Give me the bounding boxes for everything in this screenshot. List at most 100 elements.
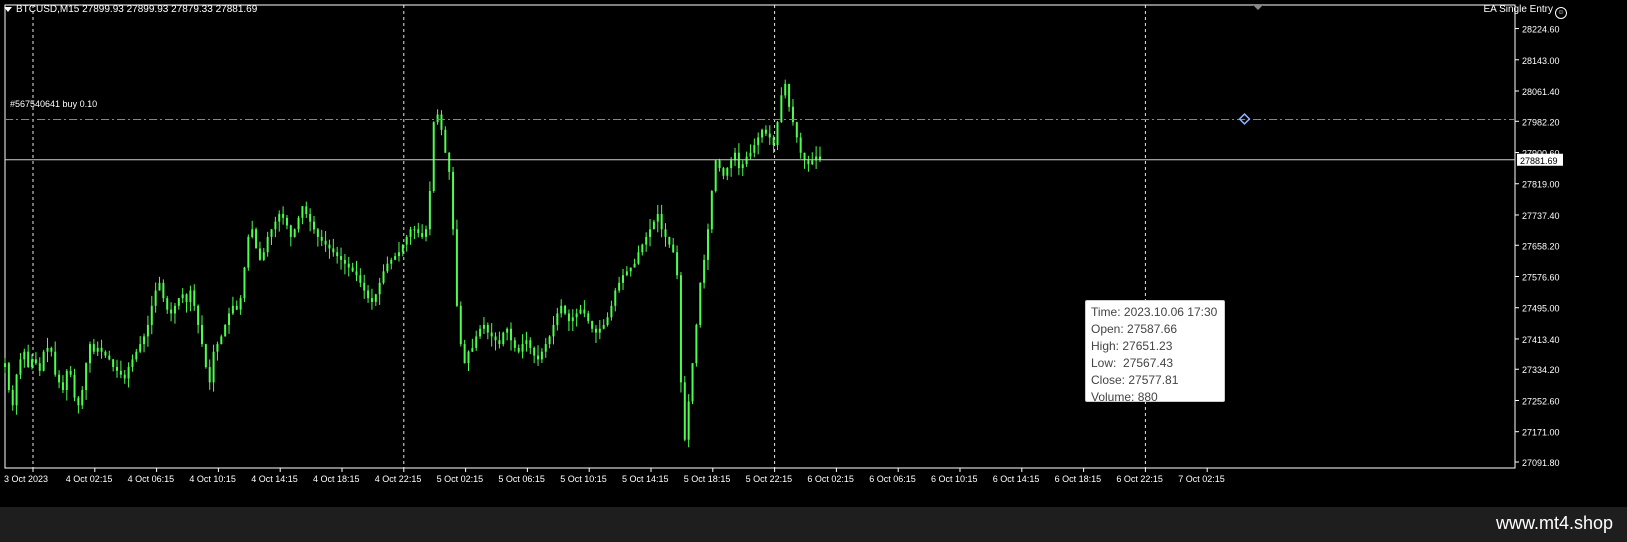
candle-body <box>587 313 590 322</box>
candle-body <box>65 370 68 390</box>
candle-body <box>282 213 285 218</box>
candle-body <box>579 309 582 314</box>
candle-body <box>166 298 169 310</box>
candle-body <box>629 267 632 272</box>
candle-body <box>131 359 134 368</box>
candle-body <box>776 122 779 146</box>
candle-body <box>255 229 258 249</box>
candle-body <box>112 359 115 368</box>
candle-body <box>660 213 663 230</box>
candle-body <box>699 282 702 325</box>
y-tick-label: 28061.40 <box>1522 87 1560 97</box>
candle-body <box>745 156 748 165</box>
candle-body <box>463 344 466 364</box>
candle-body <box>490 332 493 337</box>
candle-body <box>591 321 594 329</box>
candle-body <box>652 221 655 230</box>
candle-body <box>92 344 95 352</box>
candle-body <box>818 156 821 160</box>
candle-body <box>417 229 420 234</box>
candle-body <box>23 351 26 360</box>
symbol-header[interactable]: BTCUSD,M15 27899.93 27899.93 27879.33 27… <box>4 4 257 15</box>
candle-body <box>397 252 400 257</box>
candle-body <box>382 271 385 283</box>
candle-body <box>560 305 563 314</box>
candle-body <box>610 305 613 318</box>
candle-body <box>119 370 122 375</box>
candle-body <box>614 290 617 306</box>
candle-body <box>529 340 532 348</box>
x-tick-label: 5 Oct 18:15 <box>684 474 731 484</box>
candle-body <box>583 309 586 314</box>
candle-body <box>88 344 91 364</box>
candle-body <box>386 263 389 272</box>
candle-body <box>351 267 354 272</box>
y-tick-label: 27413.40 <box>1522 335 1560 345</box>
candle-body <box>668 236 671 245</box>
candle-body <box>718 160 721 169</box>
x-tick-label: 5 Oct 06:15 <box>498 474 545 484</box>
tooltip-low: Low: 27567.43 <box>1091 356 1174 370</box>
candle-body <box>401 244 404 253</box>
candle-body <box>293 229 296 237</box>
candle-body <box>649 229 652 237</box>
bid-price-label: 27881.69 <box>1520 156 1558 166</box>
candle-body <box>34 359 37 364</box>
candle-body <box>220 336 223 345</box>
candle-body <box>482 324 485 329</box>
candle-body <box>46 347 49 352</box>
x-tick-label: 6 Oct 22:15 <box>1116 474 1163 484</box>
tooltip-volume: Volume: 880 <box>1091 390 1158 404</box>
candle-body <box>405 236 408 245</box>
candle-body <box>193 290 196 306</box>
candle-body <box>347 263 350 268</box>
price-chart[interactable]: 28224.6028143.0028061.4027982.2027900.60… <box>0 0 1627 507</box>
expert-name: EA Single Entry <box>1483 4 1553 15</box>
candle-body <box>258 248 261 260</box>
candle-body <box>509 328 512 341</box>
candle-body <box>807 160 810 165</box>
tooltip-time: Time: 2023.10.06 17:30 <box>1091 305 1218 319</box>
smiley-icon[interactable]: ☺ <box>1555 7 1567 19</box>
candle-body <box>4 363 6 368</box>
expert-advisor-label[interactable]: EA Single Entry ☺ <box>1484 4 1567 19</box>
y-tick-label: 27982.20 <box>1522 117 1560 127</box>
candle-body <box>564 305 567 314</box>
candle-body <box>285 217 288 226</box>
x-tick-label: 4 Oct 18:15 <box>313 474 360 484</box>
candle-body <box>413 229 416 231</box>
candle-body <box>378 282 381 295</box>
candle-body <box>77 397 80 406</box>
chart-window[interactable]: 28224.60 28143.00 28061.40 27982.20 27900.60… <box>0 0 1627 507</box>
candle-body <box>170 309 173 314</box>
candle-body <box>108 355 111 360</box>
candle-body <box>231 305 234 314</box>
x-tick-label: 6 Oct 18:15 <box>1055 474 1102 484</box>
x-tick-label: 3 Oct 2023 <box>4 474 48 484</box>
candle-body <box>494 336 497 341</box>
y-tick-label: 28224.60 <box>1522 25 1560 35</box>
candle-body <box>506 328 509 333</box>
candle-body <box>309 213 312 222</box>
y-tick-label: 27091.80 <box>1522 458 1560 468</box>
y-tick-label: 28143.00 <box>1522 56 1560 66</box>
dropdown-triangle-icon[interactable] <box>4 6 12 12</box>
candle-body <box>359 275 362 283</box>
candle-body <box>85 363 88 390</box>
candle-body <box>726 168 729 176</box>
candle-body <box>235 305 238 310</box>
candle-body <box>521 344 524 352</box>
x-tick-label: 5 Oct 10:15 <box>560 474 607 484</box>
x-tick-label: 6 Oct 14:15 <box>993 474 1040 484</box>
candle-body <box>251 229 254 237</box>
candle-body <box>123 374 126 379</box>
candle-body <box>336 252 339 257</box>
candle-body <box>448 152 451 172</box>
candle-body <box>15 374 18 406</box>
candle-body <box>811 160 814 165</box>
candle-body <box>637 252 640 264</box>
plot-frame <box>4 4 1516 469</box>
candle-body <box>695 324 698 364</box>
candle-body <box>788 83 791 107</box>
x-tick-label: 4 Oct 02:15 <box>66 474 113 484</box>
